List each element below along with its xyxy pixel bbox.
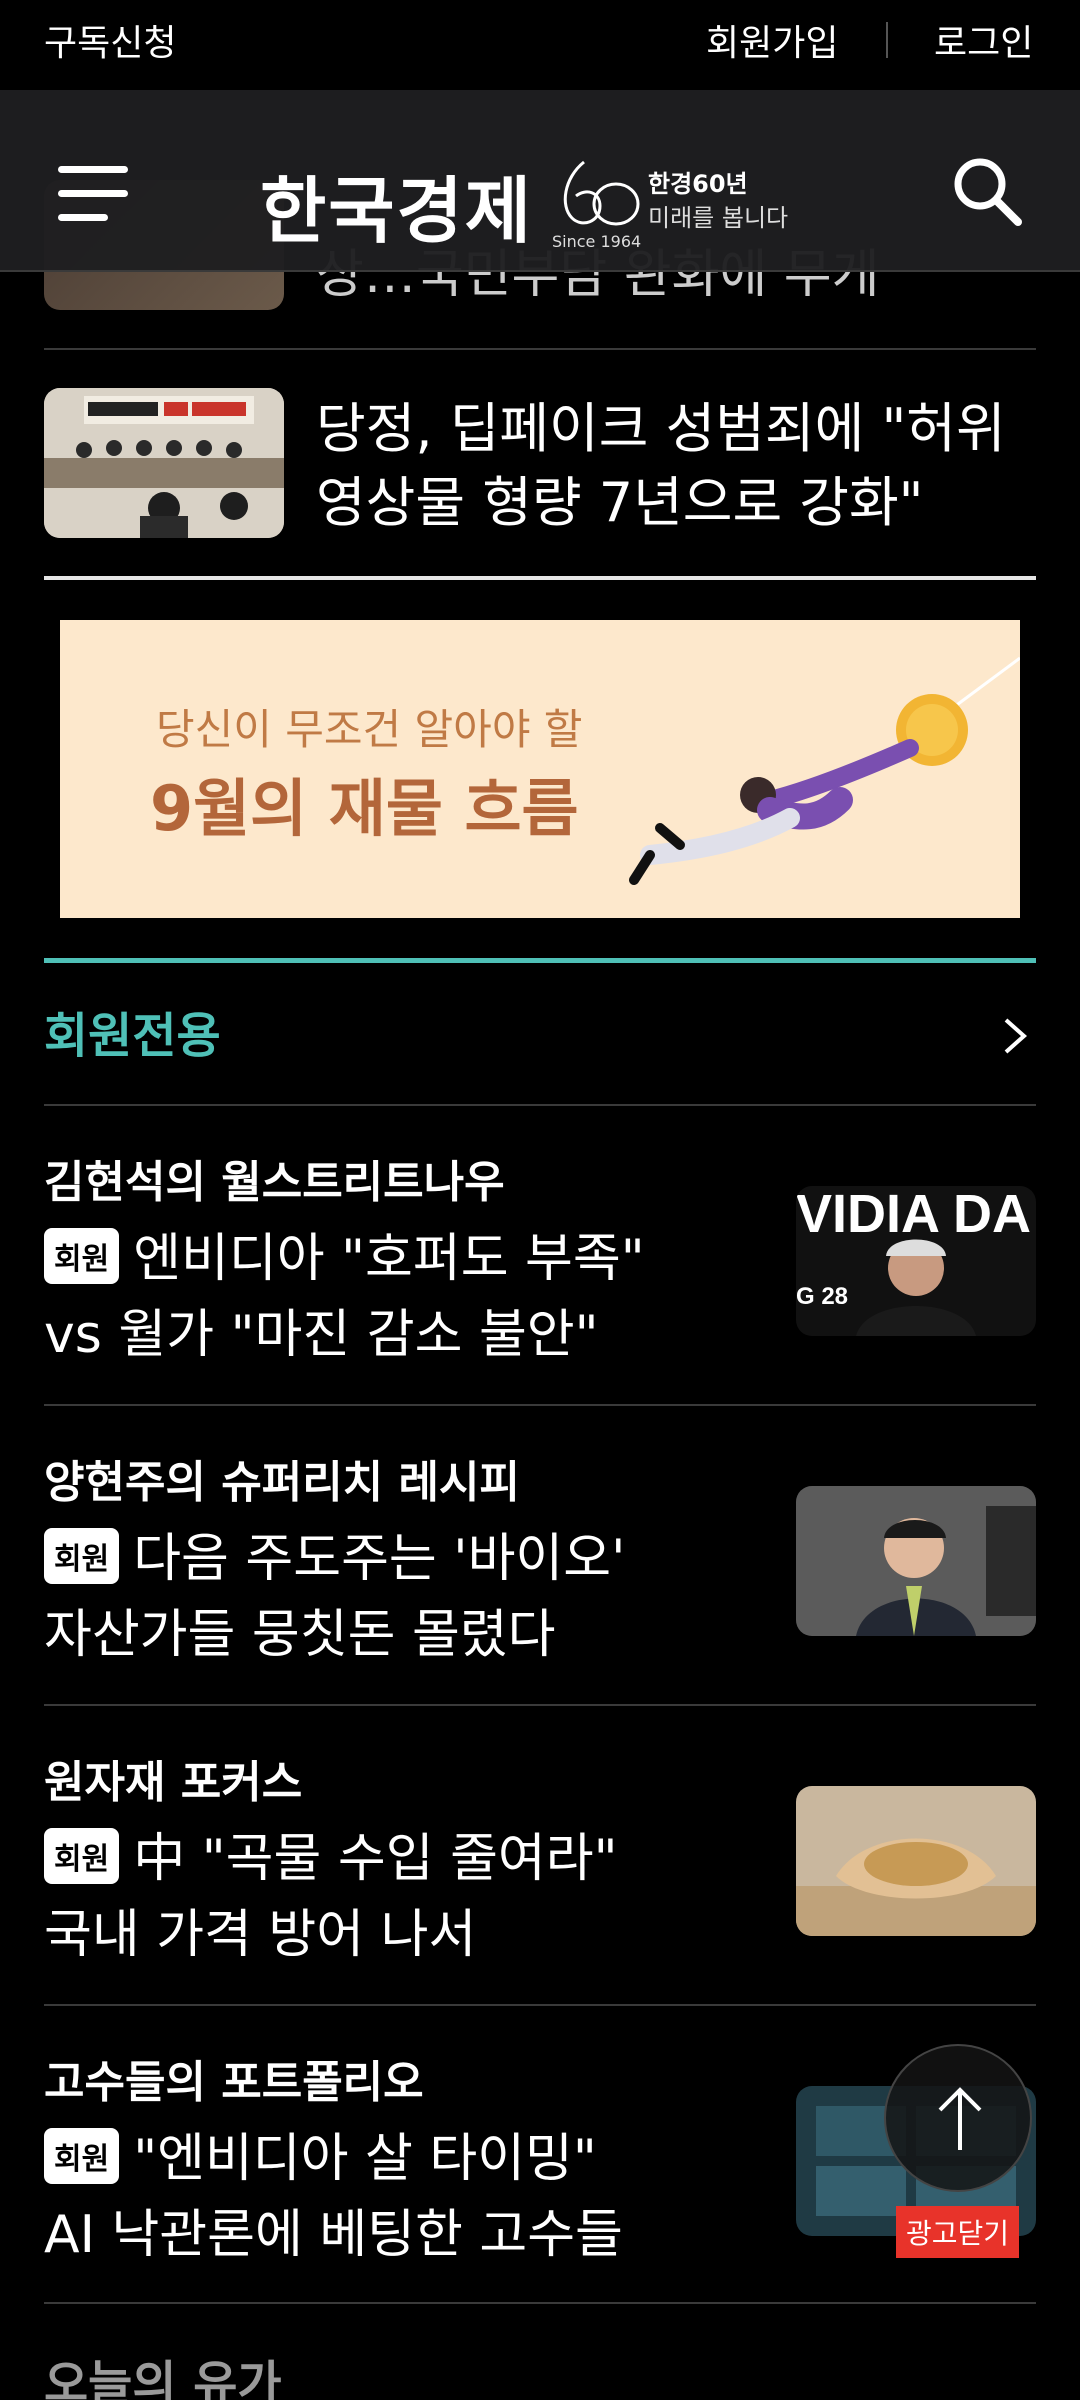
article-title[interactable]: 당정, 딥페이크 성범죄에 "허위 영상물 형량 7년으로 강화" bbox=[316, 392, 1036, 540]
ad-close-button[interactable]: 광고닫기 bbox=[896, 2206, 1020, 2258]
leaping-figure-illustration bbox=[629, 656, 1020, 885]
logo-tagline-sub: 미래를 봅니다 bbox=[648, 204, 789, 232]
article-title-line: AI 낙관론에 베팅한 고수들 bbox=[44, 2205, 623, 2265]
signup-link[interactable]: 회원가입 bbox=[706, 14, 838, 66]
divider bbox=[44, 2302, 1036, 2304]
search-icon[interactable] bbox=[950, 154, 1024, 228]
subscribe-link[interactable]: 구독신청 bbox=[44, 14, 176, 66]
divider bbox=[44, 348, 1036, 350]
login-link[interactable]: 로그인 bbox=[934, 14, 1033, 66]
divider bbox=[44, 1704, 1036, 1706]
article-title-line: 中 "곡물 수입 줄여라" bbox=[133, 1829, 618, 1889]
article-title-line: 자산가들 뭉칫돈 몰렸다 bbox=[44, 1605, 556, 1665]
divider bbox=[886, 22, 888, 58]
member-badge: 회원 bbox=[44, 2128, 120, 2184]
scroll-top-button[interactable] bbox=[884, 2044, 1032, 2192]
divider bbox=[44, 1404, 1036, 1406]
divider bbox=[44, 1104, 1036, 1106]
anniversary-60-icon bbox=[563, 160, 640, 226]
column-title: 김현석의 월스트리트나우 bbox=[44, 1157, 505, 1208]
member-badge: 회원 bbox=[44, 1228, 120, 1284]
top-utility-bar: 구독신청 회원가입 로그인 bbox=[0, 0, 1080, 90]
article-title-line: 영상물 형량 7년으로 강화" bbox=[316, 471, 924, 534]
section-accent-line bbox=[44, 958, 1036, 963]
logo-tagline: 한경60년 bbox=[648, 170, 748, 198]
site-header: 한국경제 Since 1964 한경60년 미래를 봅니다 bbox=[0, 90, 1080, 272]
article-thumbnail[interactable] bbox=[796, 1486, 1036, 1636]
ad-banner[interactable]: 당신이 무조건 알아야 할 9월의 재물 흐름 bbox=[60, 620, 1020, 918]
section-title[interactable]: 오늘의 유가 bbox=[44, 2344, 282, 2400]
article-thumbnail[interactable] bbox=[44, 388, 284, 538]
svg-text:G 28: G 28 bbox=[796, 1283, 848, 1310]
ad-title: 9월의 재물 흐름 bbox=[150, 772, 579, 845]
member-badge: 회원 bbox=[44, 1828, 120, 1884]
article-title-line: 엔비디아 "호퍼도 부족" bbox=[133, 1229, 645, 1289]
article-title-line: "엔비디아 살 타이밍" bbox=[133, 2129, 597, 2189]
chevron-right-icon[interactable] bbox=[1000, 1016, 1030, 1056]
article-title-line: 다음 주도주는 '바이오' bbox=[133, 1529, 626, 1589]
column-title: 고수들의 포트폴리오 bbox=[44, 2057, 424, 2108]
logo-since: Since 1964 bbox=[552, 232, 642, 251]
logo-wordmark: 한국경제 bbox=[260, 168, 533, 253]
section-divider bbox=[44, 576, 1036, 580]
svg-text:VIDIA DA: VIDIA DA bbox=[796, 1186, 1031, 1244]
divider bbox=[44, 2004, 1036, 2006]
member-badge: 회원 bbox=[44, 1528, 120, 1584]
arrow-up-icon bbox=[938, 2087, 982, 2150]
article-title-line: 국내 가격 방어 나서 bbox=[44, 1905, 477, 1965]
article-thumbnail[interactable] bbox=[796, 1786, 1036, 1936]
article-thumbnail[interactable]: VIDIA DA G 28 bbox=[796, 1186, 1036, 1336]
article-title-line: 당정, 딥페이크 성범죄에 "허위 bbox=[316, 397, 1006, 460]
column-title: 양현주의 슈퍼리치 레시피 bbox=[44, 1457, 520, 1508]
site-logo[interactable]: 한국경제 Since 1964 한경60년 미래를 봅니다 bbox=[260, 148, 820, 253]
hamburger-icon[interactable] bbox=[58, 166, 128, 222]
column-title: 원자재 포커스 bbox=[44, 1757, 303, 1808]
section-title[interactable]: 회원전용 bbox=[44, 996, 221, 1066]
article-title-line: vs 월가 "마진 감소 불안" bbox=[44, 1305, 599, 1365]
ad-headline: 당신이 무조건 알아야 할 bbox=[156, 705, 583, 754]
